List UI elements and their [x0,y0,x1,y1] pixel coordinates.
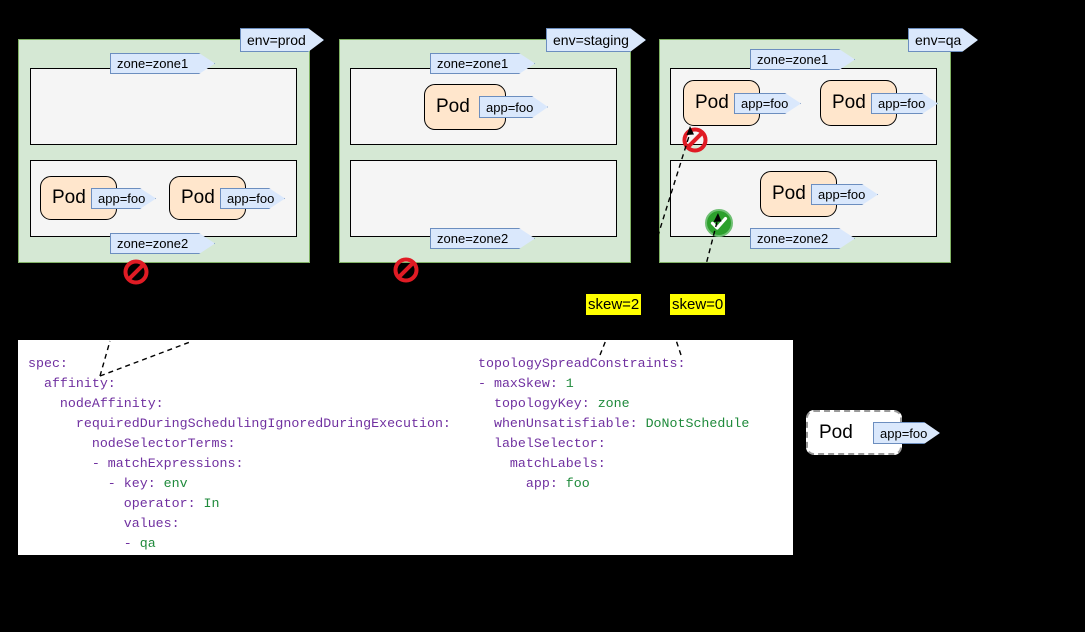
code-key: labelSelector: [478,436,606,451]
code-line: affinity: [28,374,451,394]
pod-name-label: Pod [695,92,729,113]
code-affinity-text: spec: affinity: nodeAffinity: requiredDu… [18,340,461,554]
pod-tag-label: app=foo [486,99,534,115]
code-line: topologySpreadConstraints: [478,354,749,374]
zone-tag-label: zone=zone1 [757,52,829,67]
annotation-skew-0: skew=0 [670,294,726,315]
code-line: app: foo [478,474,749,494]
code-key: - matchExpressions: [28,456,244,471]
env-tag-prod: env=prod [240,28,324,52]
pod-tag-label: app=foo [741,96,789,111]
diagram-canvas: zone=zone1 Pod app=foo Pod app=foo zone=… [0,0,1085,632]
code-line: topologyKey: zone [478,394,749,414]
code-line: values: [28,514,451,534]
code-key: requiredDuringSchedulingIgnoredDuringExe… [28,416,451,431]
code-value: 1 [557,376,574,391]
zone-staging-zone2 [350,160,617,237]
code-card-topology: topologySpreadConstraints: - maxSkew: 1 t… [468,340,793,555]
code-key: - key: [28,476,156,491]
code-value: foo [557,476,590,491]
code-card-affinity: spec: affinity: nodeAffinity: requiredDu… [18,340,468,555]
code-value: In [195,496,220,511]
code-line: requiredDuringSchedulingIgnoredDuringExe… [28,414,451,434]
code-line: whenUnsatisfiable: DoNotSchedule [478,414,749,434]
pod-name-label: Pod [52,187,86,208]
ok-icon-qa-zone2 [705,209,733,237]
deny-icon-prod [123,259,149,285]
pod-name-label: Pod [181,187,215,208]
code-line: labelSelector: [478,434,749,454]
code-key: - [28,536,140,551]
zone-tag-label: zone=zone2 [437,231,509,246]
zone-tag-label: zone=zone1 [437,56,509,71]
code-line: spec: [28,354,451,374]
zone-tag-label: zone=zone1 [117,56,189,71]
deny-icon-qa-zone1 [682,127,708,153]
code-key: - maxSkew: [478,376,558,391]
code-key: topologyKey: [478,396,590,411]
code-line: nodeAffinity: [28,394,451,414]
pod-tag-label: app=foo [880,425,928,441]
code-line: - maxSkew: 1 [478,374,749,394]
code-line: - key: env [28,474,451,494]
zone-tag-staging-zone1: zone=zone1 [430,53,535,74]
env-tag-staging: env=staging [546,28,646,52]
code-key: affinity: [28,376,116,391]
env-tag-label: env=qa [915,32,962,48]
code-value: qa [139,536,156,551]
zone-prod-zone1 [30,68,297,145]
env-tag-label: env=prod [247,32,306,48]
pod-name-label: Pod [772,183,806,204]
code-key: topologySpreadConstraints: [478,356,686,371]
zone-tag-qa-zone2: zone=zone2 [750,228,855,249]
code-line: matchLabels: [478,454,749,474]
zone-tag-prod-zone2: zone=zone2 [110,233,215,254]
zone-tag-qa-zone1: zone=zone1 [750,49,855,70]
candidate-pod-tag: app=foo [873,422,940,444]
pod-name-label: Pod [436,96,470,117]
code-topology-text: topologySpreadConstraints: - maxSkew: 1 t… [468,340,759,494]
code-line: - matchExpressions: [28,454,451,474]
code-key: nodeSelectorTerms: [28,436,236,451]
env-tag-qa: env=qa [908,28,978,52]
code-key: spec: [28,356,68,371]
zone-tag-staging-zone2: zone=zone2 [430,228,535,249]
code-line: - qa [28,534,451,554]
zone-tag-label: zone=zone2 [757,231,829,246]
code-value: DoNotSchedule [637,416,750,431]
code-key: operator: [28,496,196,511]
skew-label: skew=2 [588,296,640,313]
code-value: zone [589,396,630,411]
code-line: nodeSelectorTerms: [28,434,451,454]
pod-tag-label: app=foo [98,191,146,206]
code-value: env [155,476,188,491]
pod-name-label: Pod [832,92,866,113]
pod-name-label: Pod [819,421,853,443]
zone-tag-label: zone=zone2 [117,236,189,251]
code-key: whenUnsatisfiable: [478,416,638,431]
code-key: values: [28,516,180,531]
zone-tag-prod-zone1: zone=zone1 [110,53,215,74]
env-tag-label: env=staging [553,32,629,48]
skew-label: skew=0 [672,296,724,313]
code-line: operator: In [28,494,451,514]
pod-tag-label: app=foo [878,96,926,111]
deny-icon-staging [393,257,419,283]
code-key: nodeAffinity: [28,396,164,411]
pod-tag-label: app=foo [227,191,275,206]
annotation-skew-2: skew=2 [586,294,642,315]
code-key: matchLabels: [478,456,606,471]
pod-tag-label: app=foo [818,187,866,202]
code-key: app: [478,476,558,491]
